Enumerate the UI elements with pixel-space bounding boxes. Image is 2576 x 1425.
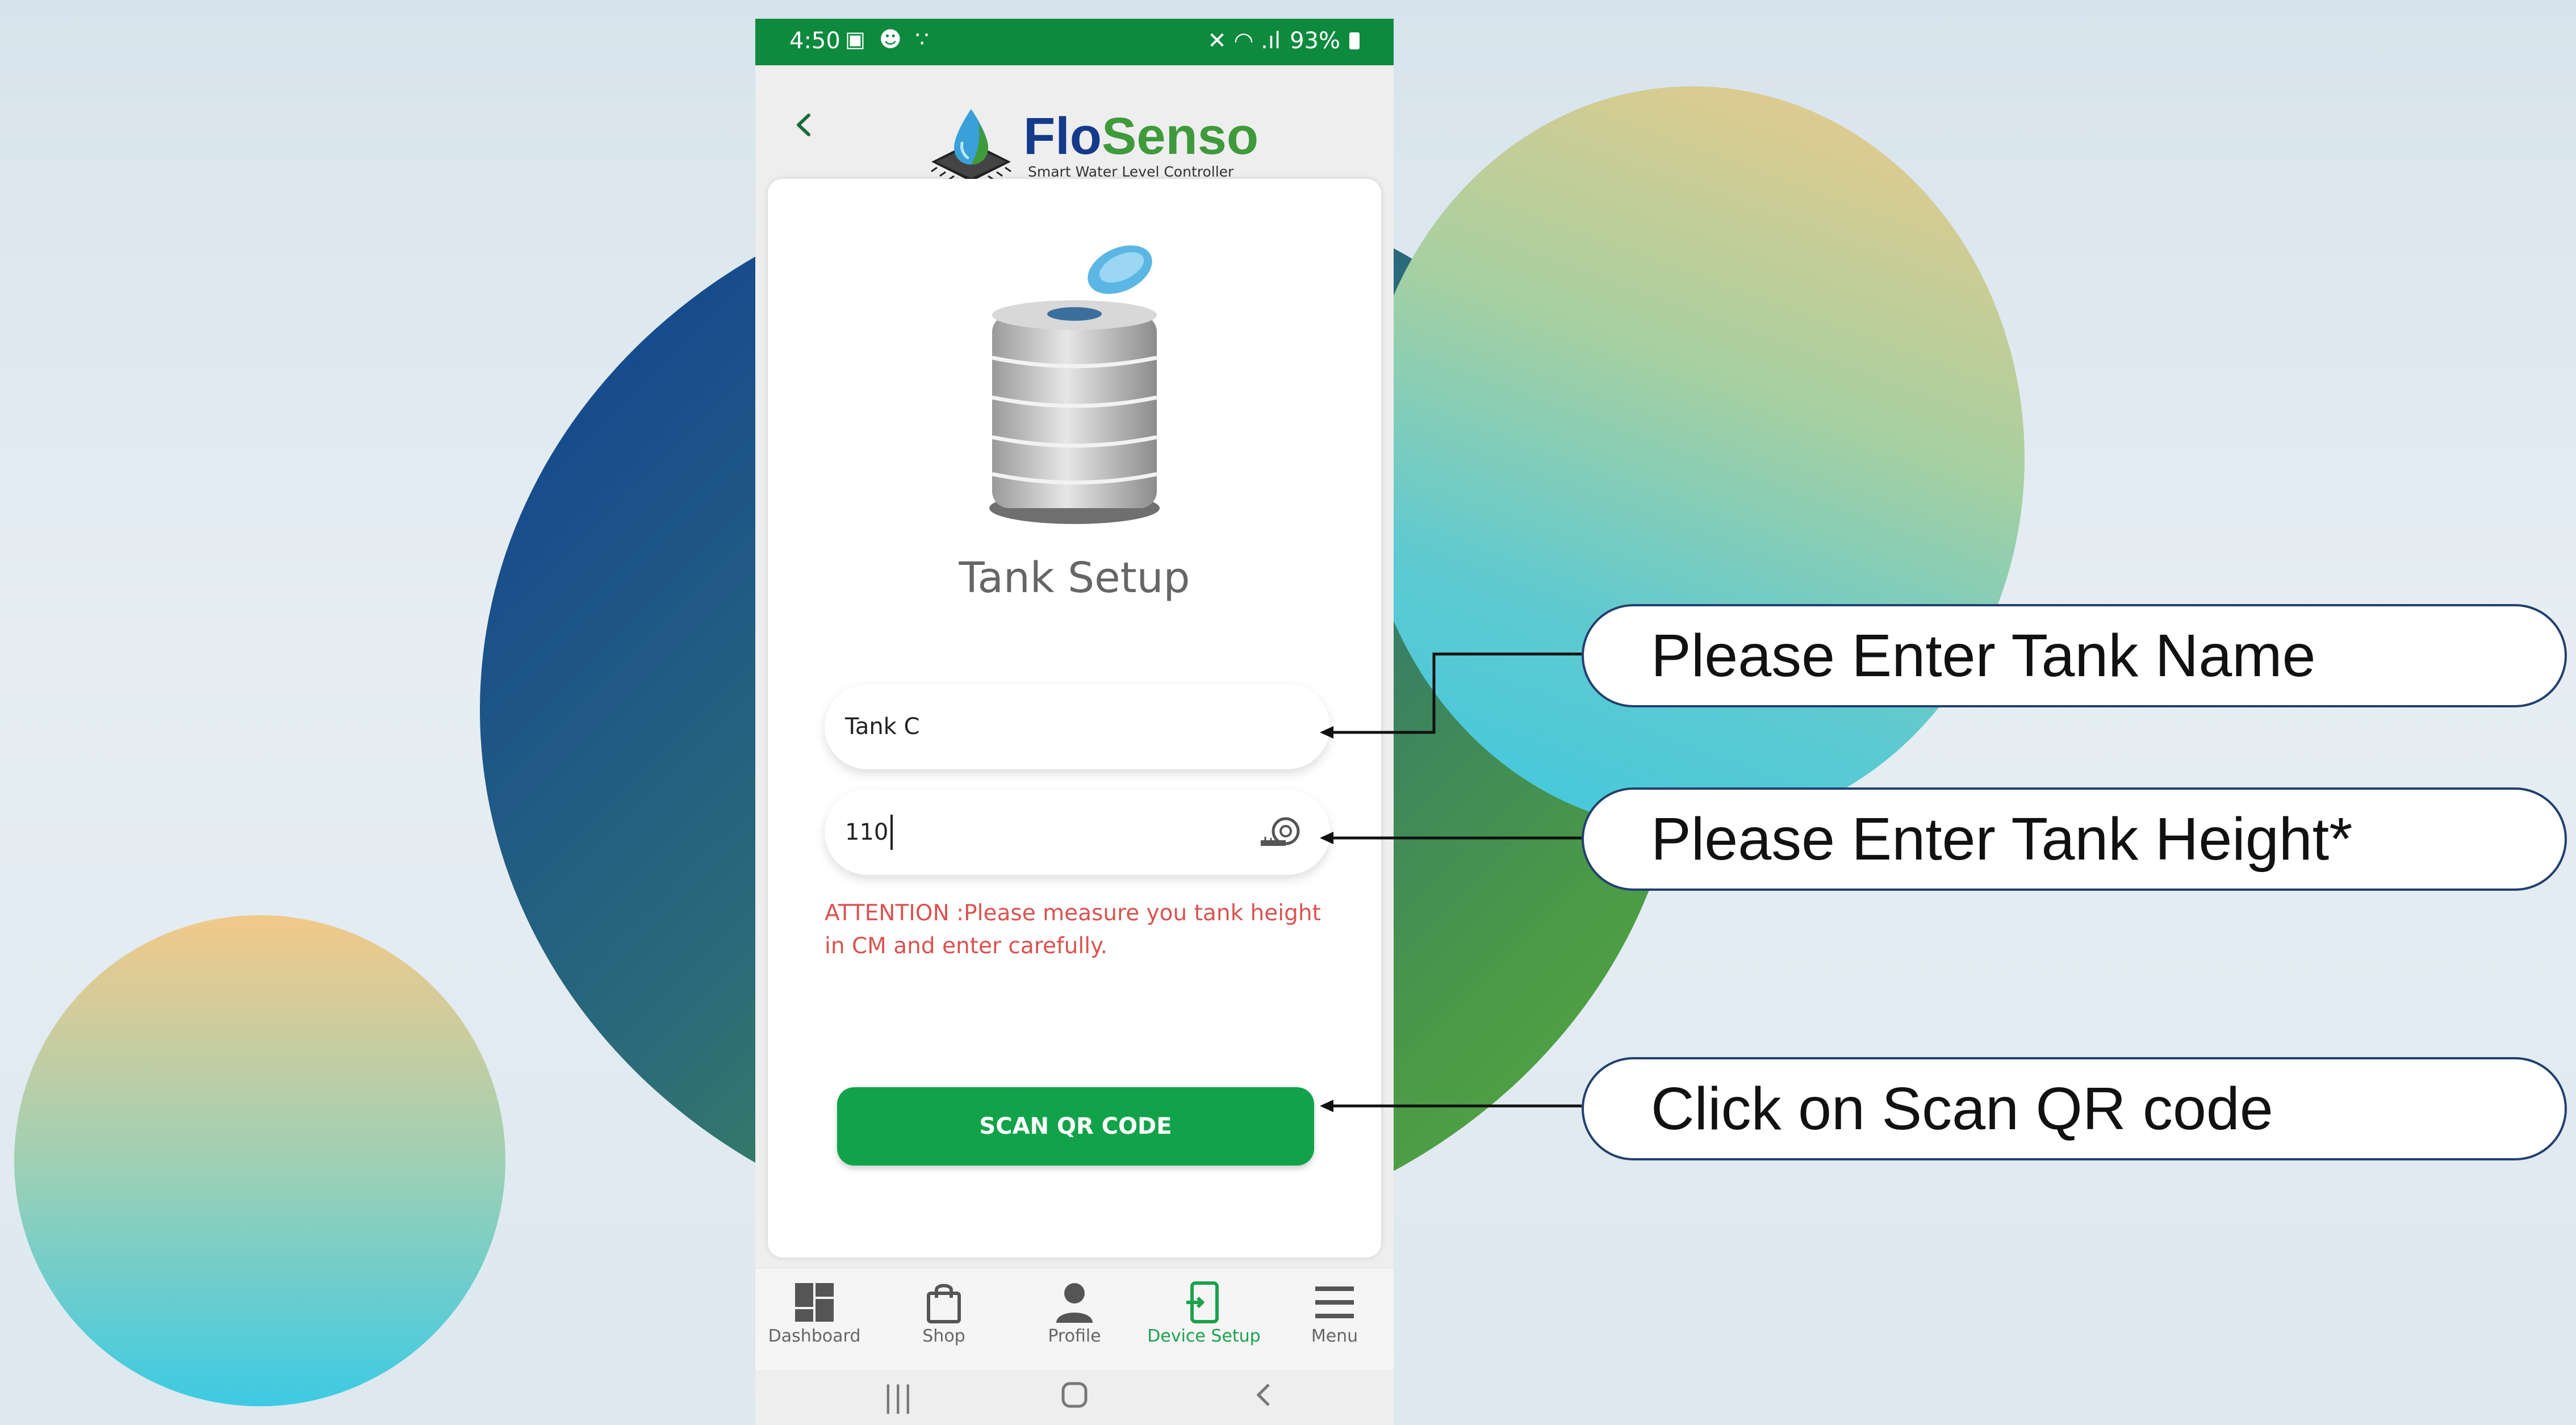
notification-icons: ▣ ☻ ∵ — [845, 27, 932, 52]
background-circle-top-right — [1360, 86, 2025, 830]
callout-tank-name: Please Enter Tank Name — [1582, 604, 2567, 707]
bottom-navigation: Dashboard Shop Profile Device Setup Menu — [755, 1268, 1394, 1370]
chevron-left-icon — [797, 114, 810, 136]
nav-label-profile: Profile — [1048, 1326, 1101, 1346]
attention-message: ATTENTION :Please measure you tank heigh… — [825, 900, 1321, 959]
background-circle-bottom-left — [14, 915, 505, 1406]
system-navigation-bar: ||| — [755, 1370, 1394, 1425]
tank-name-value: Tank C — [845, 714, 920, 740]
recent-apps-icon[interactable]: ||| — [883, 1380, 913, 1414]
status-bar: 4:50 ▣ ☻ ∵ ✕ ◠ .ıl 93% — [755, 19, 1394, 65]
text-caret — [890, 815, 893, 850]
callout-tank-height: Please Enter Tank Height* — [1582, 787, 2567, 891]
nav-item-device-setup[interactable]: Device Setup — [1147, 1279, 1261, 1346]
brand-flo: Flo — [1023, 107, 1102, 165]
scan-qr-code-button[interactable]: SCAN QR CODE — [837, 1087, 1314, 1166]
nav-label-dashboard: Dashboard — [768, 1326, 861, 1346]
hamburger-menu-icon — [1315, 1286, 1354, 1318]
nav-item-menu[interactable]: Menu — [1278, 1279, 1391, 1346]
device-setup-icon — [1186, 1281, 1219, 1323]
person-icon — [1056, 1283, 1093, 1323]
nav-item-dashboard[interactable]: Dashboard — [758, 1279, 871, 1346]
shopping-bag-icon — [927, 1284, 961, 1323]
nav-label-menu: Menu — [1311, 1326, 1358, 1346]
nav-item-shop[interactable]: Shop — [887, 1279, 1001, 1346]
brand-senso: Senso — [1101, 107, 1259, 165]
back-button[interactable] — [785, 105, 825, 145]
signal-icons: ✕ ◠ .ıl — [1207, 28, 1281, 54]
page-title: Tank Setup — [959, 554, 1190, 602]
brand-name: FloSenso — [1023, 107, 1258, 166]
brand-tagline: Smart Water Level Controller — [1028, 164, 1234, 180]
measuring-tape-icon — [1261, 817, 1300, 846]
nav-label-shop: Shop — [922, 1326, 965, 1346]
nav-item-profile[interactable]: Profile — [1018, 1279, 1131, 1346]
tank-setup-card: Tank Setup Tank C 110 ATTENTION :Please … — [768, 179, 1381, 1258]
water-tank-illustration — [989, 245, 1160, 524]
battery-level: 93% — [1290, 28, 1340, 54]
nav-label-device-setup: Device Setup — [1147, 1326, 1261, 1346]
phone-screen: 4:50 ▣ ☻ ∵ ✕ ◠ .ıl 93% FloSenso Smart Wa… — [755, 19, 1394, 1425]
system-back-icon[interactable] — [1249, 1380, 1279, 1417]
dashboard-icon — [795, 1283, 834, 1322]
battery-icon — [1349, 32, 1360, 49]
tank-name-input[interactable]: Tank C — [825, 684, 1330, 769]
app-header: FloSenso Smart Water Level Controller — [755, 65, 1394, 196]
status-right: ✕ ◠ .ıl 93% — [1207, 28, 1360, 54]
home-icon[interactable] — [1060, 1380, 1089, 1417]
tank-height-input[interactable]: 110 — [825, 790, 1330, 875]
callout-scan-qr: Click on Scan QR code — [1582, 1057, 2567, 1160]
status-time: 4:50 — [789, 28, 840, 54]
tank-height-value: 110 — [845, 819, 889, 845]
